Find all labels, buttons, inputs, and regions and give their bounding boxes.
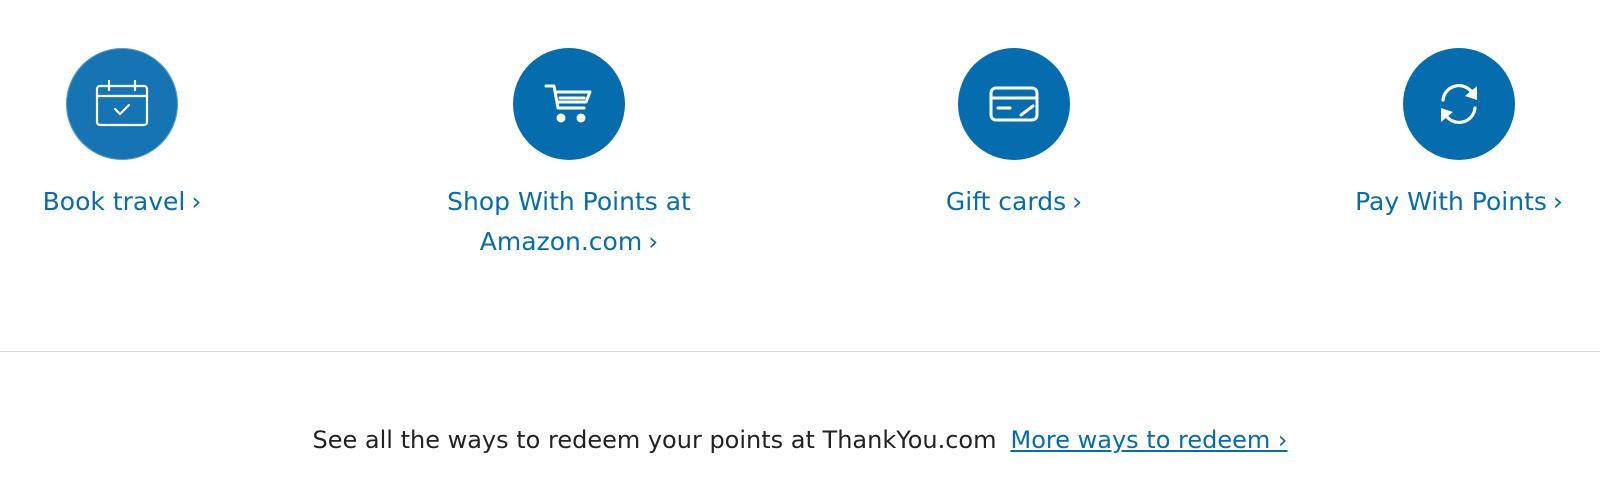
chevron-right-icon: › [648, 227, 659, 256]
gift-cards-text: Gift cards [945, 187, 1067, 216]
more-ways-to-redeem-link[interactable]: More ways to redeem › [1010, 422, 1287, 458]
shop-with-points-label: Shop With Points at Amazon.com › [439, 182, 699, 262]
book-travel-label: Book travel › [43, 182, 202, 222]
chevron-right-icon: › [1552, 187, 1563, 216]
shop-icon-circle [513, 48, 625, 160]
gift-cards-link[interactable]: Gift cards › [864, 48, 1164, 222]
shop-with-points-link[interactable]: Shop With Points at Amazon.com › [419, 48, 719, 262]
refresh-arrows-icon [1441, 84, 1477, 124]
book-travel-link[interactable]: Book travel › [0, 48, 272, 222]
book-travel-icon-circle [66, 48, 178, 160]
pay-with-points-link[interactable]: Pay With Points › [1309, 48, 1600, 222]
redeem-options-page: Book travel › Shop With Points at Amazon.… [0, 0, 1600, 503]
gift-card-icon [989, 86, 1039, 122]
shopping-cart-icon [544, 84, 592, 123]
calendar-check-icon [95, 80, 149, 127]
gift-cards-label: Gift cards › [946, 182, 1082, 222]
gift-cards-icon-circle [958, 48, 1070, 160]
pay-with-points-icon-circle [1403, 48, 1515, 160]
footer-text: See all the ways to redeem your points a… [312, 426, 997, 454]
section-divider [0, 351, 1600, 352]
book-travel-text: Book travel [42, 187, 186, 216]
chevron-right-icon: › [191, 187, 202, 216]
footer-redeem-row: See all the ways to redeem your points a… [0, 422, 1600, 458]
pay-with-points-label: Pay With Points › [1355, 182, 1563, 222]
pay-with-points-text: Pay With Points [1355, 187, 1547, 216]
chevron-right-icon: › [1072, 187, 1083, 216]
